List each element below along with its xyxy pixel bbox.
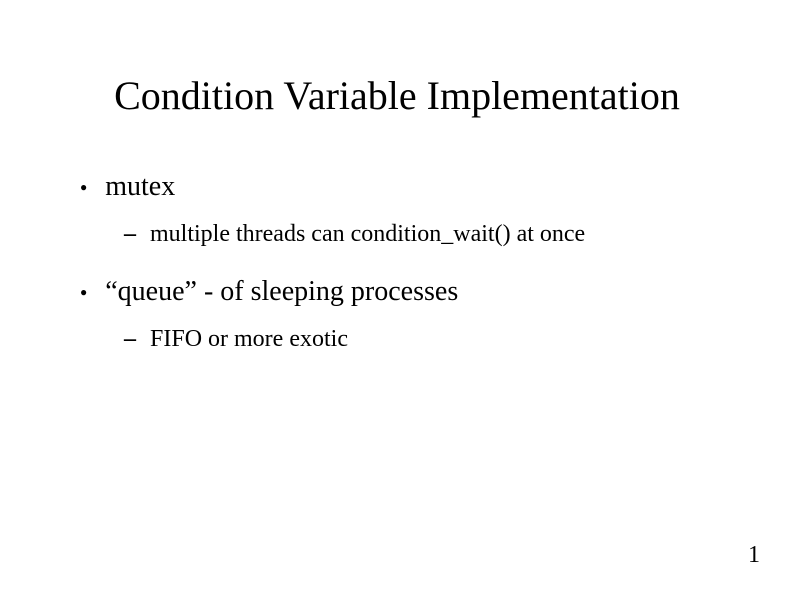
bullet-icon: ●: [80, 286, 87, 298]
bullet-text: “queue” - of sleeping processes: [105, 272, 458, 311]
sub-bullet-text: multiple threads can condition_wait() at…: [150, 218, 585, 252]
dash-icon: –: [124, 327, 136, 351]
sub-list-item: – FIFO or more exotic: [124, 323, 734, 357]
sub-bullet-text: FIFO or more exotic: [150, 323, 348, 357]
bullet-text: mutex: [105, 167, 175, 206]
bullet-icon: ●: [80, 181, 87, 193]
list-item: ● “queue” - of sleeping processes: [80, 272, 734, 311]
dash-icon: –: [124, 222, 136, 246]
list-item: ● mutex: [80, 167, 734, 206]
sub-list-item: – multiple threads can condition_wait() …: [124, 218, 734, 252]
slide-title: Condition Variable Implementation: [60, 72, 734, 119]
slide-content: ● mutex – multiple threads can condition…: [60, 167, 734, 357]
page-number: 1: [748, 542, 760, 569]
